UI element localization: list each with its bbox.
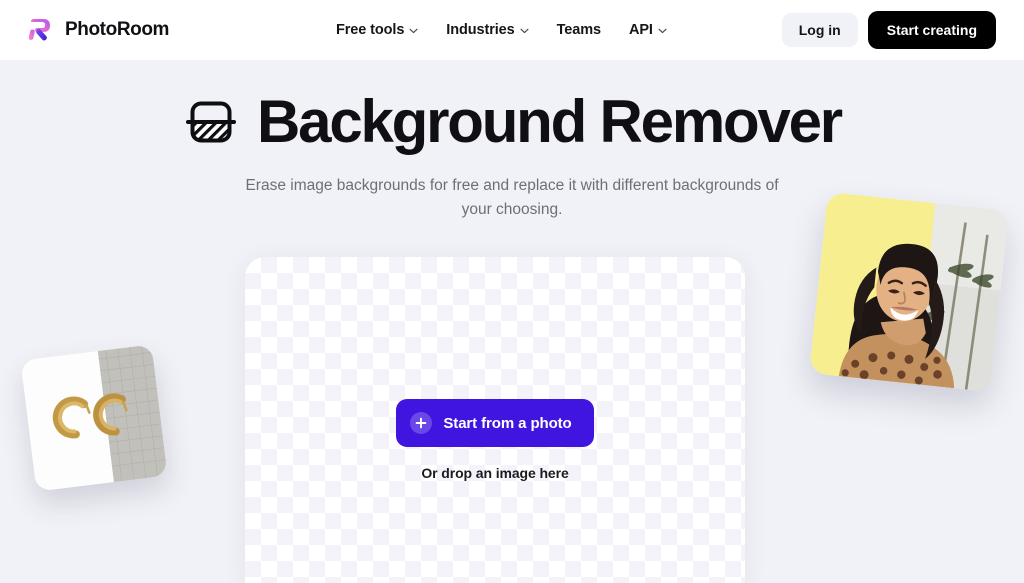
background-remover-icon [183, 94, 239, 150]
photoroom-r-logo-icon [26, 15, 56, 45]
nav-label: Teams [556, 22, 601, 38]
page-title: Background Remover [257, 88, 843, 155]
page-title-row: Background Remover [0, 92, 1024, 152]
brand-logo-link[interactable]: PhotoRoom [26, 15, 169, 45]
sample-image-earrings [20, 344, 168, 492]
main-navigation: Free tools Industries Teams API [336, 22, 667, 38]
dropzone-content: Start from a photo Or drop an image here [245, 399, 745, 481]
image-dropzone[interactable]: Start from a photo Or drop an image here [245, 257, 745, 583]
sample-image-portrait [808, 191, 1010, 393]
nav-item-api[interactable]: API [629, 22, 667, 38]
brand-name: PhotoRoom [65, 19, 170, 40]
chevron-down-icon [409, 26, 418, 34]
hero-subtitle: Erase image backgrounds for free and rep… [245, 177, 779, 218]
chevron-down-icon [520, 26, 529, 34]
chevron-down-icon [658, 26, 667, 34]
drop-hint-text: Or drop an image here [421, 465, 569, 481]
nav-label: API [628, 22, 653, 38]
start-from-photo-button[interactable]: Start from a photo [396, 399, 594, 447]
header-actions: Log in Start creating [781, 11, 996, 49]
nav-label: Industries [446, 22, 515, 38]
start-from-photo-label: Start from a photo [443, 414, 572, 432]
plus-icon [410, 412, 433, 434]
nav-label: Free tools [336, 22, 405, 38]
nav-item-industries[interactable]: Industries [446, 22, 529, 38]
nav-item-free-tools[interactable]: Free tools [336, 22, 418, 38]
start-creating-button[interactable]: Start creating [867, 11, 996, 49]
nav-item-teams[interactable]: Teams [557, 22, 601, 38]
site-header: PhotoRoom Free tools Industries Teams AP… [0, 0, 1024, 60]
login-button[interactable]: Log in [781, 13, 858, 47]
